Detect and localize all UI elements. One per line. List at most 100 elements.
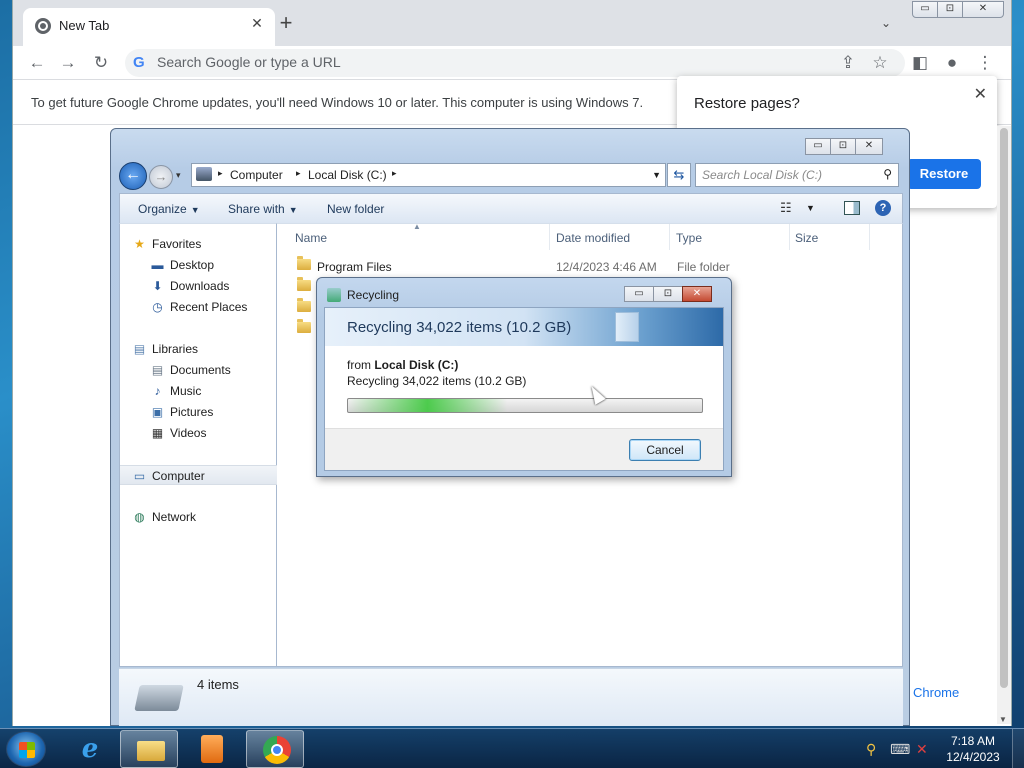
close-button[interactable]: ✕ (855, 138, 883, 155)
side-panel-icon[interactable]: ◧ (908, 52, 932, 74)
close-button[interactable]: ✕ (962, 1, 1004, 18)
omnibox[interactable]: G (125, 49, 905, 77)
minimize-button[interactable]: ▭ (805, 138, 831, 155)
address-dropdown-icon[interactable]: ▼ (652, 170, 661, 180)
taskbar-chrome[interactable] (246, 730, 304, 768)
new-folder-button[interactable]: New folder (327, 202, 384, 216)
column-divider[interactable] (789, 224, 790, 250)
breadcrumb-separator-icon[interactable]: ▸ (218, 168, 223, 179)
documents-icon: ▤ (151, 363, 164, 377)
bookmark-star-icon[interactable]: ☆ (868, 52, 892, 74)
windows-logo-icon (19, 742, 35, 758)
breadcrumb-separator-icon[interactable]: ▸ (296, 168, 301, 179)
chrome-menu-icon[interactable]: ⋮ (973, 52, 997, 74)
back-button[interactable]: ← (119, 162, 147, 190)
progress-fill (348, 399, 508, 412)
scrollbar-thumb[interactable] (1000, 128, 1008, 688)
view-dropdown-icon[interactable]: ▼ (806, 203, 815, 213)
sidebar-item-libraries[interactable]: ▤ Libraries (120, 339, 277, 359)
taskbar-windows-explorer[interactable] (120, 730, 178, 768)
search-icon[interactable]: ⚲ (883, 167, 892, 181)
minimize-button[interactable]: ▭ (912, 1, 938, 18)
sidebar-item-downloads[interactable]: ⬇ Downloads (120, 276, 277, 296)
chevron-down-icon: ▼ (190, 205, 200, 215)
clock-date: 12/4/2023 (946, 750, 1000, 764)
navigation-pane: ★ Favorites ▬ Desktop ⬇ Downloads ◷ Rece… (119, 223, 277, 667)
new-tab-button[interactable]: + (275, 12, 297, 34)
hard-drive-icon (134, 685, 184, 711)
address-bar[interactable]: ▸ Computer ▸ Local Disk (C:) ▸ ▼ (191, 163, 666, 187)
start-button[interactable] (6, 731, 46, 767)
scroll-down-icon[interactable]: ▼ (999, 715, 1007, 724)
sidebar-item-label: Network (152, 510, 197, 524)
preview-pane-icon[interactable] (844, 201, 860, 215)
progress-bar (347, 398, 703, 413)
breadcrumb-local-disk[interactable]: Local Disk (C:) (308, 168, 387, 182)
restore-button[interactable]: Restore (907, 159, 981, 189)
computer-icon: ▭ (133, 469, 146, 483)
recent-pages-dropdown-icon[interactable]: ▾ (176, 170, 181, 181)
column-header-type[interactable]: Type (676, 231, 702, 245)
sidebar-item-pictures[interactable]: ▣ Pictures (120, 402, 277, 422)
tray-search-icon[interactable]: ⚲ (866, 741, 876, 758)
explorer-search-input[interactable] (702, 168, 872, 182)
back-arrow-icon[interactable]: ← (25, 52, 49, 74)
sidebar-item-videos[interactable]: ▦ Videos (120, 423, 277, 443)
close-button[interactable]: ✕ (682, 286, 712, 302)
tray-network-icon[interactable]: ⌨ (890, 741, 910, 758)
share-with-button[interactable]: Share with ▼ (228, 202, 298, 216)
share-icon[interactable]: ⇪ (836, 52, 860, 74)
tab-close-icon[interactable]: ✕ (247, 15, 267, 32)
chrome-scrollbar[interactable]: ▼ (997, 126, 1011, 724)
breadcrumb-separator-icon[interactable]: ▸ (392, 168, 397, 179)
help-icon[interactable]: ? (875, 200, 891, 216)
column-divider[interactable] (669, 224, 670, 250)
sidebar-item-network[interactable]: ◍ Network (120, 507, 277, 527)
file-row[interactable]: Program Files 12/4/2023 4:46 AM File fol… (287, 256, 887, 276)
folder-icon (137, 741, 165, 761)
forward-arrow-icon[interactable]: → (56, 52, 80, 74)
system-clock[interactable]: 7:18 AM 12/4/2023 (940, 733, 1006, 765)
maximize-button[interactable]: ⊡ (653, 286, 683, 302)
column-header-date-modified[interactable]: Date modified (556, 231, 630, 245)
omnibox-input[interactable] (157, 54, 757, 70)
source-line: from Local Disk (C:) (347, 358, 458, 372)
column-header-size[interactable]: Size (795, 231, 818, 245)
forward-button[interactable]: → (149, 165, 173, 189)
show-desktop-button[interactable] (1012, 729, 1024, 768)
cancel-button[interactable]: Cancel (629, 439, 701, 461)
sidebar-item-documents[interactable]: ▤ Documents (120, 360, 277, 380)
chrome-link[interactable]: Chrome (913, 685, 959, 700)
sidebar-item-desktop[interactable]: ▬ Desktop (120, 255, 277, 275)
explorer-window-controls: ▭ ⊡ ✕ (805, 138, 883, 155)
tray-volume-muted-icon[interactable]: ✕ (916, 741, 928, 758)
sidebar-item-music[interactable]: ♪ Music (120, 381, 277, 401)
restore-close-icon[interactable]: ✕ (974, 84, 987, 104)
tab-new-tab[interactable]: New Tab ✕ (23, 8, 275, 46)
explorer-search-box[interactable]: ⚲ (695, 163, 899, 187)
recycle-bin-icon (615, 312, 639, 342)
breadcrumb-computer[interactable]: Computer (230, 168, 283, 182)
recycling-dialog: Recycling ▭ ⊡ ✕ Recycling 34,022 items (… (316, 277, 732, 477)
folder-icon (297, 298, 311, 312)
maximize-button[interactable]: ⊡ (830, 138, 856, 155)
profile-icon[interactable]: ● (940, 52, 964, 74)
chrome-tab-strip: New Tab ✕ + ⌄ ▭ ⊡ ✕ (13, 0, 1011, 46)
sort-ascending-icon: ▲ (413, 222, 421, 231)
taskbar-internet-explorer[interactable]: e (60, 730, 118, 768)
maximize-button[interactable]: ⊡ (937, 1, 963, 18)
sidebar-item-computer[interactable]: ▭ Computer (120, 465, 277, 485)
column-divider[interactable] (549, 224, 550, 250)
chrome-window-controls: ▭ ⊡ ✕ (912, 1, 1004, 18)
tab-search-icon[interactable]: ⌄ (881, 16, 891, 30)
sidebar-item-favorites[interactable]: ★ Favorites (120, 234, 277, 254)
organize-button[interactable]: Organize ▼ (138, 202, 200, 216)
column-header-name[interactable]: Name (295, 231, 327, 245)
sidebar-item-recent-places[interactable]: ◷ Recent Places (120, 297, 277, 317)
refresh-icon[interactable]: ⇆ (667, 163, 691, 187)
change-view-icon[interactable]: ☷ (780, 200, 792, 216)
column-divider[interactable] (869, 224, 870, 250)
taskbar-media-player[interactable] (182, 730, 240, 768)
reload-icon[interactable]: ↻ (89, 52, 113, 74)
minimize-button[interactable]: ▭ (624, 286, 654, 302)
